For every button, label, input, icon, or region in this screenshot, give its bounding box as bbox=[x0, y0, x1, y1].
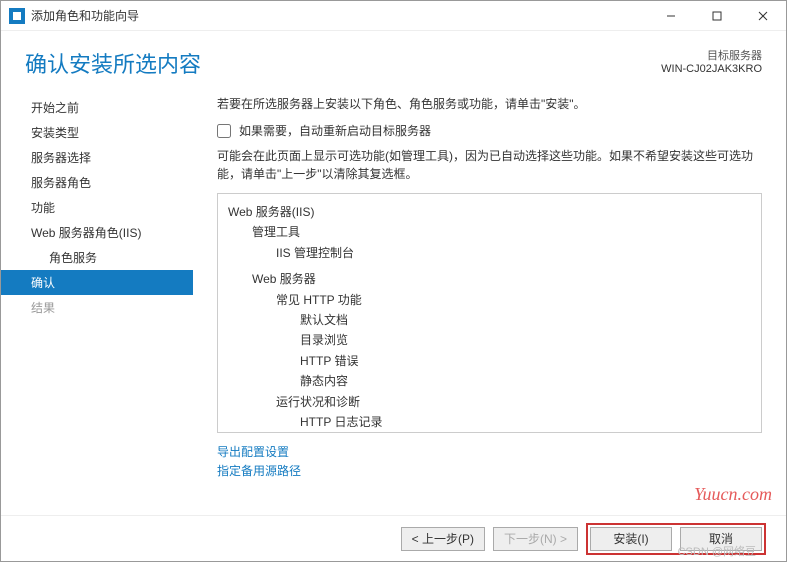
app-icon bbox=[9, 8, 25, 24]
close-button[interactable] bbox=[740, 1, 786, 31]
optional-features-note: 可能会在此页面上显示可选功能(如管理工具)，因为已自动选择这些功能。如果不希望安… bbox=[217, 147, 762, 183]
header: 确认安装所选内容 目标服务器 WIN-CJ02JAK3KRO bbox=[1, 31, 786, 89]
auto-restart-checkbox[interactable] bbox=[217, 124, 231, 138]
sidebar-item-server-selection[interactable]: 服务器选择 bbox=[1, 145, 193, 170]
target-server-info: 目标服务器 WIN-CJ02JAK3KRO bbox=[661, 47, 762, 75]
tree-item: HTTP 日志记录 bbox=[300, 412, 751, 432]
target-name: WIN-CJ02JAK3KRO bbox=[661, 63, 762, 75]
alt-source-path-link[interactable]: 指定备用源路径 bbox=[217, 462, 762, 481]
sidebar-item-server-roles[interactable]: 服务器角色 bbox=[1, 170, 193, 195]
page-title: 确认安装所选内容 bbox=[25, 47, 201, 79]
links: 导出配置设置 指定备用源路径 bbox=[217, 443, 762, 481]
minimize-button[interactable] bbox=[648, 1, 694, 31]
content: 若要在所选服务器上安装以下角色、角色服务或功能，请单击"安装"。 如果需要，自动… bbox=[193, 89, 786, 513]
tree-item: 默认文档 bbox=[300, 310, 751, 330]
window-title: 添加角色和功能向导 bbox=[31, 7, 139, 24]
install-button[interactable]: 安装(I) bbox=[590, 527, 672, 551]
sidebar-item-results: 结果 bbox=[1, 295, 193, 320]
cancel-button[interactable]: 取消 bbox=[680, 527, 762, 551]
sidebar-item-before-you-begin[interactable]: 开始之前 bbox=[1, 95, 193, 120]
sidebar: 开始之前 安装类型 服务器选择 服务器角色 功能 Web 服务器角色(IIS) … bbox=[1, 89, 193, 513]
tree-item: 目录浏览 bbox=[300, 330, 751, 350]
window-controls bbox=[648, 1, 786, 31]
footer: < 上一步(P) 下一步(N) > 安装(I) 取消 bbox=[1, 515, 786, 561]
tree-item: Web 服务器 bbox=[252, 269, 751, 289]
tree-item: IIS 管理控制台 bbox=[276, 243, 751, 263]
export-config-link[interactable]: 导出配置设置 bbox=[217, 443, 762, 462]
maximize-button[interactable] bbox=[694, 1, 740, 31]
sidebar-item-install-type[interactable]: 安装类型 bbox=[1, 120, 193, 145]
main: 开始之前 安装类型 服务器选择 服务器角色 功能 Web 服务器角色(IIS) … bbox=[1, 89, 786, 513]
next-button: 下一步(N) > bbox=[493, 527, 578, 551]
tree-item: 性能 bbox=[276, 432, 751, 433]
highlight-annotation: 安装(I) 取消 bbox=[586, 523, 766, 555]
tree-item: 运行状况和诊断 bbox=[276, 392, 751, 412]
sidebar-item-role-services[interactable]: 角色服务 bbox=[1, 245, 193, 270]
instruction-text: 若要在所选服务器上安装以下角色、角色服务或功能，请单击"安装"。 bbox=[217, 95, 762, 112]
tree-item: Web 服务器(IIS) bbox=[228, 202, 751, 222]
features-tree[interactable]: Web 服务器(IIS) 管理工具 IIS 管理控制台 Web 服务器 常见 H… bbox=[217, 193, 762, 433]
tree-item: 管理工具 bbox=[252, 222, 751, 242]
sidebar-item-features[interactable]: 功能 bbox=[1, 195, 193, 220]
tree-item: 常见 HTTP 功能 bbox=[276, 290, 751, 310]
titlebar: 添加角色和功能向导 bbox=[1, 1, 786, 31]
auto-restart-label: 如果需要，自动重新启动目标服务器 bbox=[239, 122, 431, 139]
tree-item: HTTP 错误 bbox=[300, 351, 751, 371]
target-label: 目标服务器 bbox=[661, 47, 762, 63]
sidebar-item-web-server-role[interactable]: Web 服务器角色(IIS) bbox=[1, 220, 193, 245]
tree-item: 静态内容 bbox=[300, 371, 751, 391]
sidebar-item-confirmation[interactable]: 确认 bbox=[1, 270, 193, 295]
restart-checkbox-row: 如果需要，自动重新启动目标服务器 bbox=[217, 122, 762, 139]
previous-button[interactable]: < 上一步(P) bbox=[401, 527, 485, 551]
